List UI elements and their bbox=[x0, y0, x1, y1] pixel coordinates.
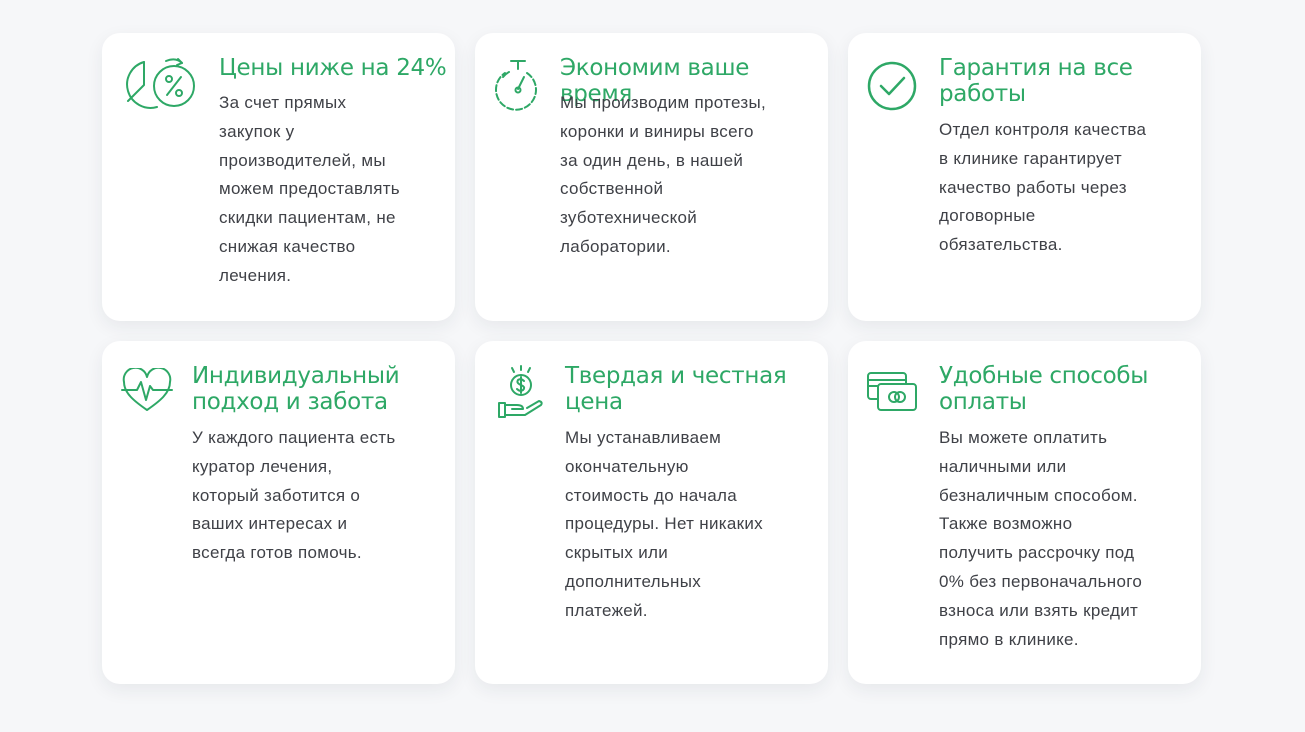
heart-pulse-icon bbox=[120, 368, 174, 414]
card-title-line: Индивидуальный bbox=[192, 363, 400, 389]
card-text-line: собственной bbox=[560, 179, 664, 199]
payment-cards-icon bbox=[866, 371, 920, 413]
card-text-line: можем предоставлять bbox=[219, 179, 400, 199]
card-text-line: в клинике гарантирует bbox=[939, 148, 1122, 168]
card-description: Вы можете оплатить наличными или безнали… bbox=[939, 424, 1142, 654]
card-text-line: получить рассрочку под bbox=[939, 543, 1135, 563]
card-text-line: куратор лечения, bbox=[192, 456, 333, 476]
card-text-line: платежей. bbox=[565, 600, 648, 620]
card-text-line: прямо в клинике. bbox=[939, 629, 1079, 649]
card-text-line: 0% без первоначального bbox=[939, 571, 1143, 591]
card-title: Гарантия на все работы bbox=[939, 55, 1133, 107]
advantage-card-prices: Цены ниже на 24% За счет прямых закупок … bbox=[102, 33, 455, 321]
card-title: Индивидуальный подход и забота bbox=[192, 363, 400, 415]
stopwatch-icon bbox=[493, 57, 543, 113]
card-title-line: работы bbox=[939, 81, 1026, 107]
card-text-line: За счет прямых bbox=[219, 93, 347, 112]
card-description: Мы производим протезы, коронки и виниры … bbox=[560, 89, 766, 262]
check-circle-icon bbox=[866, 60, 918, 112]
hand-dollar-icon bbox=[495, 363, 545, 421]
card-text-line: У каждого пациента есть bbox=[192, 428, 396, 447]
card-text-line: взноса или взять кредит bbox=[939, 600, 1139, 620]
card-text-line: обязательства. bbox=[939, 235, 1063, 255]
card-text-line: всегда готов помочь. bbox=[192, 543, 362, 563]
card-text-line: который заботится о bbox=[192, 485, 361, 505]
card-text-line: скрытых или bbox=[565, 543, 669, 563]
card-text-line: скидки пациентам, не bbox=[219, 208, 396, 228]
card-title: Удобные способы оплаты bbox=[939, 363, 1148, 415]
card-text-line: стоимость до начала bbox=[565, 485, 738, 505]
card-description: За счет прямых закупок у производителей,… bbox=[219, 89, 400, 291]
card-text-line: Отдел контроля качества bbox=[939, 120, 1147, 139]
card-text-line: зуботехнической bbox=[560, 208, 698, 228]
advantage-card-payment: Удобные способы оплаты Вы можете оплатит… bbox=[848, 341, 1201, 684]
card-text-line: процедуры. Нет никаких bbox=[565, 514, 763, 534]
advantage-card-fair-price: Твердая и честная цена Мы устанавливаем … bbox=[475, 341, 828, 684]
advantages-grid: Цены ниже на 24% За счет прямых закупок … bbox=[0, 0, 1305, 732]
card-text-line: лаборатории. bbox=[560, 236, 671, 256]
card-text-line: снижая качество bbox=[219, 236, 356, 256]
card-text-line: безналичным способом. bbox=[939, 485, 1138, 505]
card-text-line: договорные bbox=[939, 206, 1036, 226]
discount-percent-icon bbox=[120, 55, 200, 119]
card-description: Мы устанавливаем окончательную стоимость… bbox=[565, 424, 763, 626]
card-text-line: закупок у bbox=[219, 121, 295, 141]
card-text-line: дополнительных bbox=[565, 571, 702, 591]
card-title-line: оплаты bbox=[939, 389, 1027, 415]
card-text-line: качество работы через bbox=[939, 177, 1127, 197]
card-text-line: окончательную bbox=[565, 456, 689, 476]
card-text-line: Мы производим протезы, bbox=[560, 93, 767, 112]
advantage-card-care: Индивидуальный подход и забота У каждого… bbox=[102, 341, 455, 684]
card-description: У каждого пациента есть куратор лечения,… bbox=[192, 424, 396, 568]
card-text-line: Также возможно bbox=[939, 514, 1073, 534]
card-title-line: цена bbox=[565, 389, 623, 415]
card-text-line: лечения. bbox=[219, 265, 292, 285]
card-text-line: Мы устанавливаем bbox=[565, 428, 722, 447]
card-title: Цены ниже на 24% bbox=[219, 55, 447, 81]
card-title-line: Удобные способы bbox=[939, 363, 1149, 389]
card-text-line: коронки и виниры всего bbox=[560, 121, 754, 141]
card-text-line: ваших интересах и bbox=[192, 514, 348, 534]
card-text-line: наличными или bbox=[939, 456, 1067, 476]
card-title-line: Твердая и честная bbox=[565, 363, 787, 389]
card-description: Отдел контроля качества в клинике гарант… bbox=[939, 116, 1146, 260]
card-text-line: Вы можете оплатить bbox=[939, 428, 1108, 447]
advantage-card-time: Экономим ваше время Мы производим протез… bbox=[475, 33, 828, 321]
advantage-card-guarantee: Гарантия на все работы Отдел контроля ка… bbox=[848, 33, 1201, 321]
card-text-line: за один день, в нашей bbox=[560, 150, 744, 170]
card-title: Твердая и честная цена bbox=[565, 363, 787, 415]
card-title-line: подход и забота bbox=[192, 389, 388, 415]
card-title-line: Гарантия на все bbox=[939, 55, 1133, 81]
card-title-line: Цены ниже на 24% bbox=[219, 55, 447, 81]
card-text-line: производителей, мы bbox=[219, 150, 386, 170]
